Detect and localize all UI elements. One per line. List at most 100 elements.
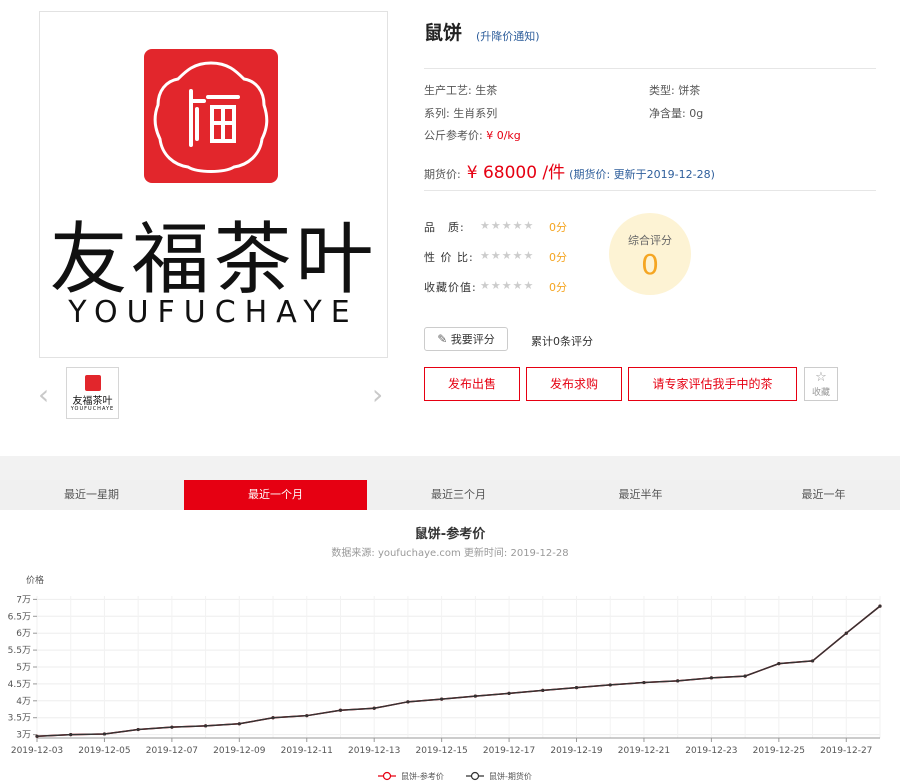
series-line [36, 605, 881, 738]
product-thumbnail[interactable]: 友福茶叶 YOUFUCHAYE [66, 367, 119, 419]
rating-label: 性 价 比: [424, 251, 474, 264]
prop-type: 类型: 饼茶 [649, 82, 700, 98]
legend-marker [470, 771, 480, 781]
buy-button[interactable]: 发布求购 [526, 367, 622, 401]
collect-stars-icon: ★★★★★ [480, 279, 535, 292]
favorite-button[interactable]: ☆ 收藏 [804, 367, 838, 401]
prop-label: 系列: [424, 107, 450, 120]
x-tick-label: 2019-12-25 [753, 746, 805, 756]
pencil-icon: ✎ [437, 332, 448, 346]
y-tick-label: 5.5万 [8, 646, 31, 656]
y-tick-label: 5万 [16, 663, 31, 673]
price-value: ¥ 68000 /件 [466, 163, 566, 183]
brand-logo-subtext: YOUFUCHAYE [68, 295, 359, 330]
expert-appraise-button[interactable]: 请专家评估我手中的茶 [628, 367, 797, 401]
prop-process: 生产工艺: 生茶 [424, 82, 497, 98]
chart-grid [36, 596, 881, 738]
data-point [35, 734, 39, 738]
y-tick-label: 4.5万 [8, 680, 31, 690]
thumbnail-logo-icon [85, 375, 101, 391]
chart-subtitle: 数据来源: youfuchaye.com 更新时间: 2019-12-28 [331, 548, 569, 559]
product-section: 友福茶叶 YOUFUCHAYE ‹ 友福茶叶 YOUFUCHAYE › 鼠饼 (… [0, 0, 900, 456]
prop-value: 生茶 [475, 84, 498, 97]
x-tick-label: 2019-12-15 [415, 746, 467, 756]
data-point [574, 686, 579, 690]
x-tick-label: 2019-12-05 [78, 746, 130, 756]
data-point [608, 683, 612, 687]
value-stars-icon: ★★★★★ [480, 249, 535, 262]
y-tick-label: 6万 [16, 629, 31, 639]
write-review-button[interactable]: ✎ 我要评分 [424, 327, 508, 351]
price-alert-link[interactable]: (升降价通知) [476, 28, 540, 44]
overall-score-badge: 综合评分 0 [609, 213, 691, 295]
chart-title: 鼠饼-参考价 [414, 527, 486, 542]
sell-button[interactable]: 发布出售 [424, 367, 520, 401]
prop-label: 公斤参考价: [424, 129, 483, 142]
y-tick-label: 7万 [16, 595, 31, 605]
series-line [36, 605, 881, 738]
prop-kg-price: 公斤参考价: ¥ 0/kg [424, 127, 521, 143]
brand-logo-icon [144, 49, 278, 183]
data-point [709, 676, 714, 680]
prop-label: 生产工艺: [424, 84, 472, 97]
price-update-link[interactable]: (期货价: 更新于2019-12-28) [569, 168, 715, 181]
legend-marker [382, 771, 392, 781]
data-point [406, 700, 410, 704]
data-point [507, 691, 511, 695]
rating-label: 收藏价值: [424, 281, 477, 294]
overall-score-value: 0 [641, 248, 659, 281]
rating-score: 0分 [549, 221, 567, 234]
data-point [777, 662, 781, 666]
product-main-image[interactable]: 友福茶叶 YOUFUCHAYE [39, 11, 388, 358]
prop-value: ¥ 0/kg [486, 129, 521, 142]
review-count: 累计0条评分 [531, 335, 593, 348]
x-tick-label: 2019-12-03 [11, 746, 63, 756]
data-point [102, 732, 107, 736]
y-axis-label: 价格 [26, 574, 44, 586]
thumbnail-logo-subtext: YOUFUCHAYE [70, 406, 115, 412]
tab-week[interactable]: 最近一星期 [0, 480, 183, 510]
x-tick-label: 2019-12-09 [213, 746, 266, 756]
data-point [878, 604, 882, 608]
data-point [136, 727, 140, 732]
tab-month[interactable]: 最近一个月 [184, 480, 367, 510]
data-point [676, 679, 680, 683]
prop-value: 生肖系列 [453, 107, 498, 120]
y-tick-label: 3.5万 [8, 714, 31, 724]
prop-value: 0g [689, 107, 704, 120]
legend-label: 鼠饼-期货价 [489, 771, 532, 781]
x-tick-label: 2019-12-11 [281, 746, 333, 756]
legend-label: 鼠饼-参考价 [401, 771, 444, 781]
data-point [305, 714, 309, 718]
tab-year[interactable]: 最近一年 [732, 480, 900, 510]
data-point [69, 733, 73, 737]
data-point [642, 680, 646, 685]
data-point [844, 631, 848, 635]
product-title: 鼠饼 [424, 22, 463, 44]
data-point [541, 688, 545, 692]
data-point [170, 725, 174, 729]
next-image-arrow-icon[interactable]: › [372, 378, 383, 411]
data-point [372, 706, 376, 710]
data-point [204, 724, 208, 728]
data-point [473, 694, 477, 698]
data-point [810, 659, 815, 663]
tab-three-months[interactable]: 最近三个月 [367, 480, 550, 510]
divider [424, 68, 876, 69]
x-tick-label: 2019-12-07 [146, 746, 198, 756]
prop-series: 系列: 生肖系列 [424, 105, 497, 121]
section-gap [0, 456, 900, 480]
prop-label: 净含量: [649, 107, 686, 120]
star-outline-icon: ☆ [815, 370, 827, 385]
prev-image-arrow-icon[interactable]: ‹ [38, 378, 49, 411]
data-point [338, 708, 343, 712]
chart-legend[interactable]: 鼠饼-参考价 鼠饼-期货价 [378, 771, 532, 781]
rating-score: 0分 [549, 281, 567, 294]
y-tick-label: 3万 [16, 731, 31, 741]
quality-stars-icon: ★★★★★ [480, 219, 535, 232]
prop-label: 类型: [649, 84, 675, 97]
price-line-chart: 价格3万3.5万4万4.5万5万5.5万6万6.5万7万 2019-12-03 2… [8, 574, 882, 781]
rating-score: 0分 [549, 251, 567, 264]
tab-half-year[interactable]: 最近半年 [549, 480, 732, 510]
range-tabs: 最近一星期 最近一个月 最近三个月 最近半年 最近一年 [0, 480, 900, 510]
